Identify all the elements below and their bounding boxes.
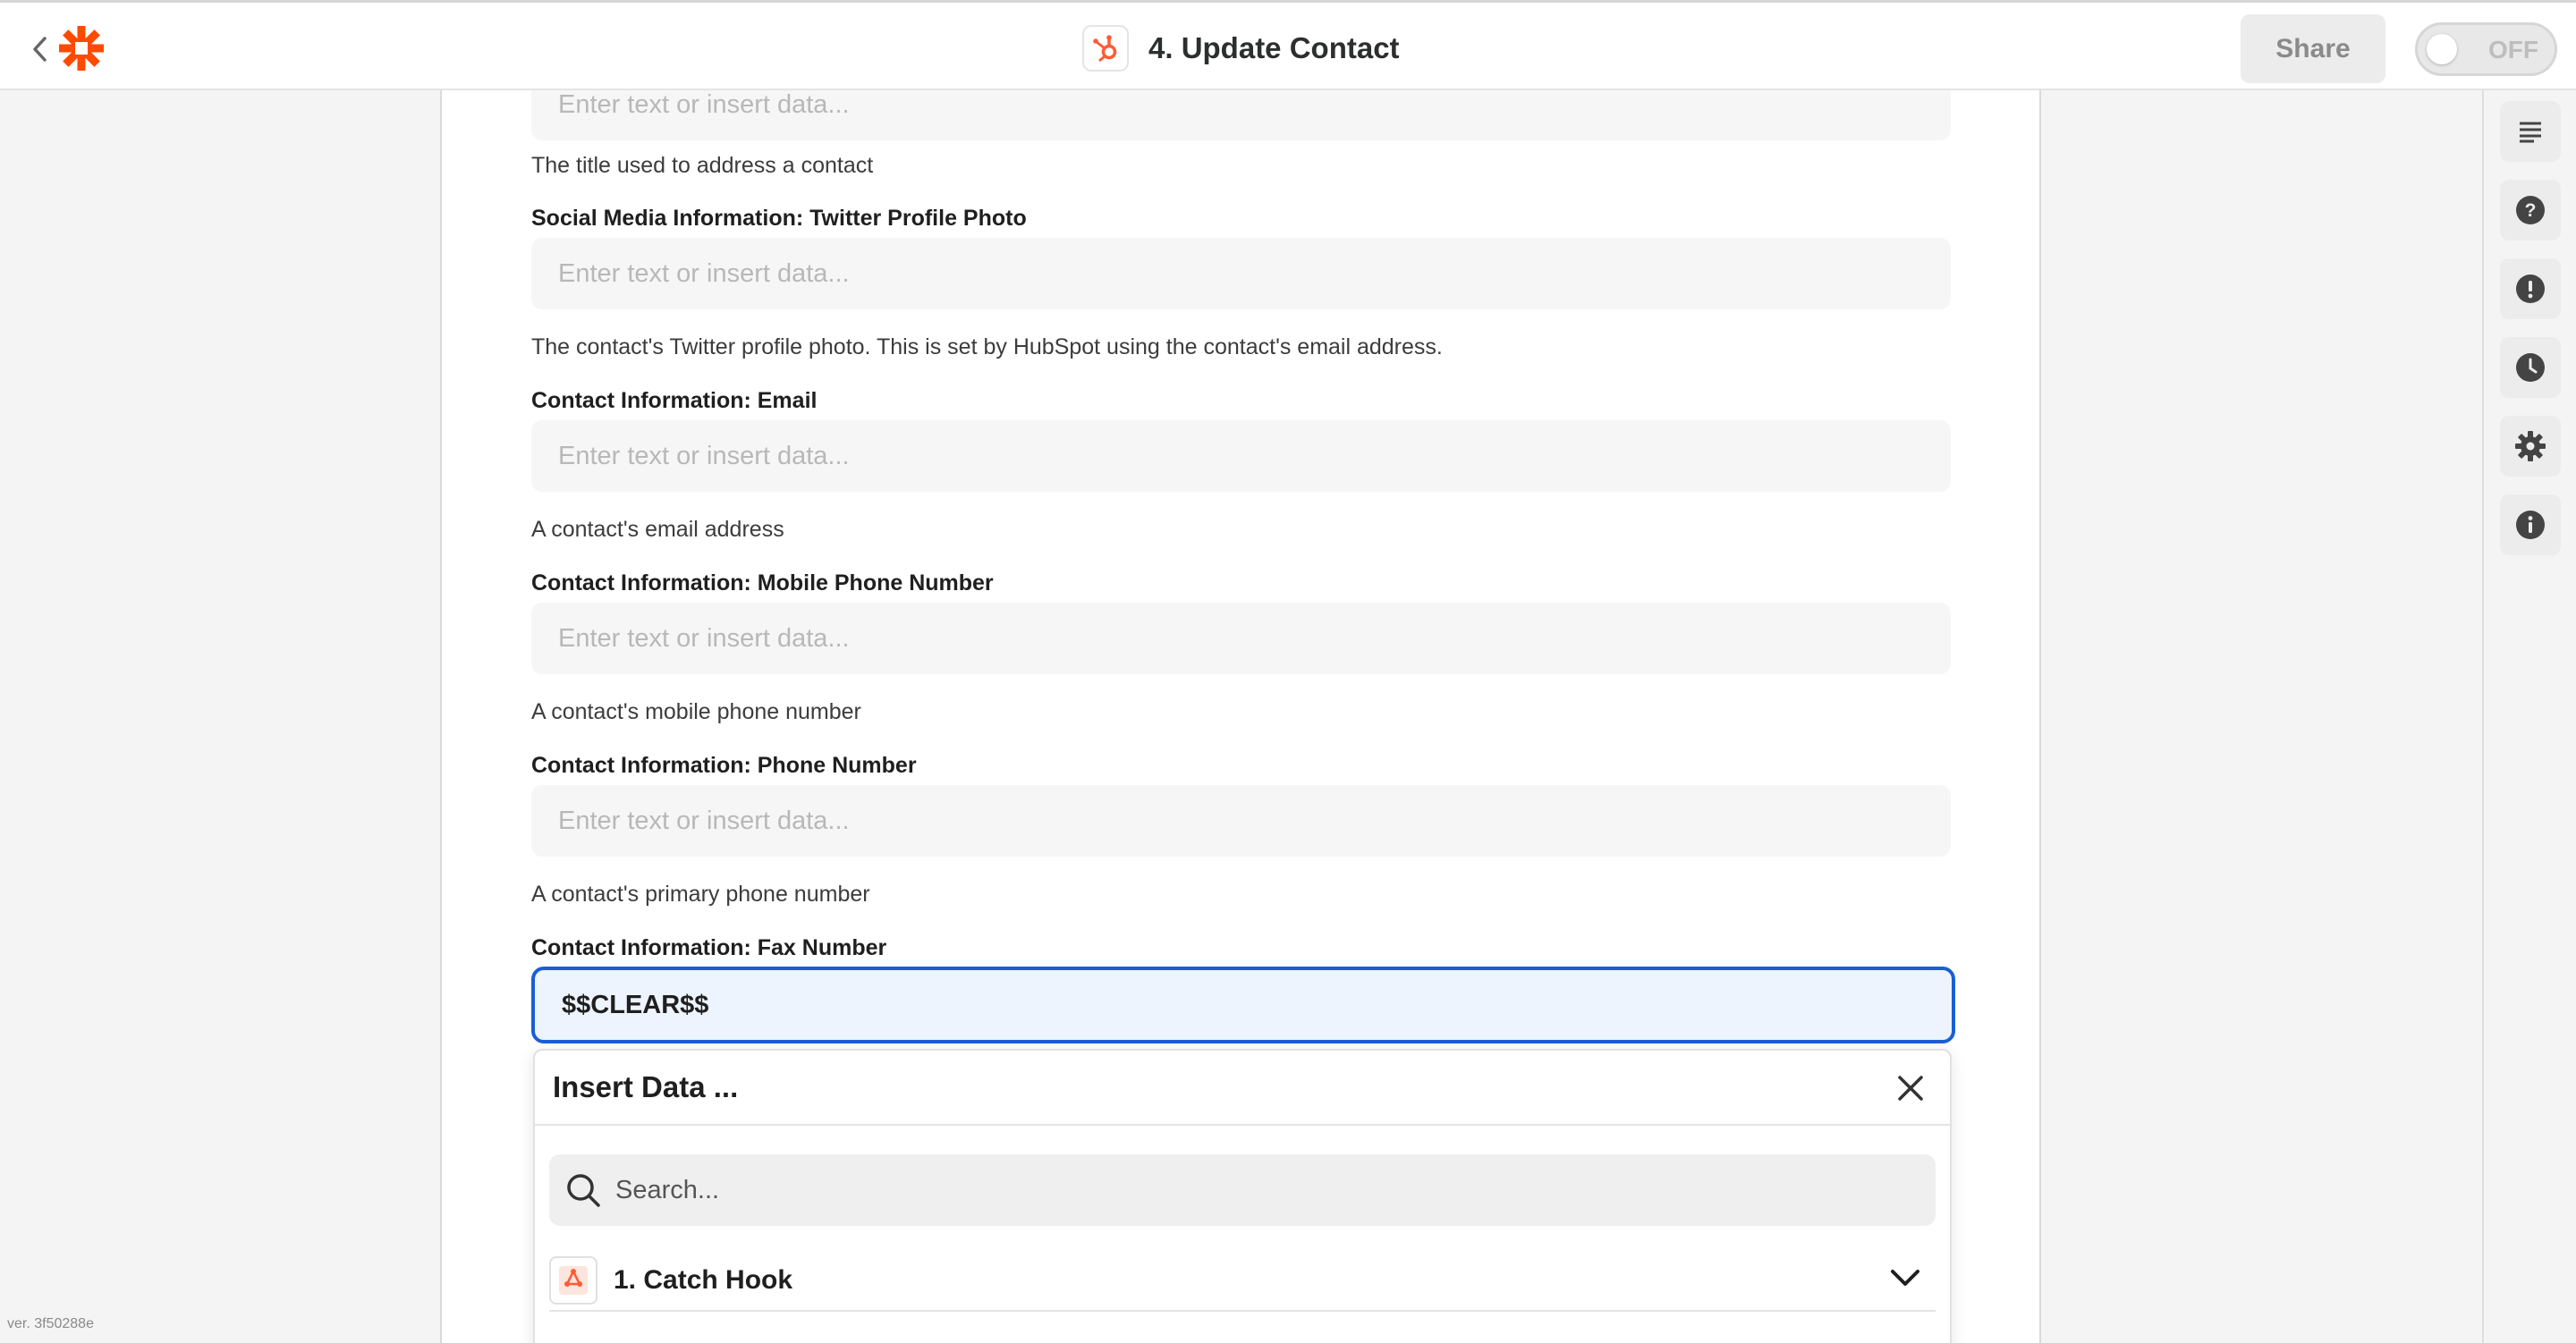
email-input[interactable]: Enter text or insert data... (531, 420, 1951, 492)
hubspot-icon (1082, 25, 1129, 72)
search-icon (567, 1174, 600, 1207)
toggle-knob (2427, 34, 2457, 64)
back-button[interactable] (23, 30, 55, 69)
field-label: Contact Information: Mobile Phone Number (531, 570, 994, 595)
history-button[interactable] (2500, 337, 2561, 398)
field-label: Contact Information: Fax Number (531, 935, 887, 960)
alert-button[interactable] (2500, 258, 2561, 319)
help-icon: ? (2516, 196, 2545, 224)
alert-icon (2516, 275, 2545, 303)
field-label: Social Media Information: Twitter Profil… (531, 206, 1027, 231)
field-help-text: A contact's mobile phone number (531, 699, 861, 724)
history-icon (2516, 353, 2545, 382)
data-source-row[interactable]: 1. Catch Hook (549, 1251, 1936, 1312)
twitter-profile-photo-input[interactable]: Enter text or insert data... (531, 238, 1951, 309)
toggle-label: OFF (2488, 36, 2538, 63)
search-placeholder: Search... (615, 1175, 720, 1204)
field-help-text: A contact's email address (531, 517, 784, 542)
zap-on-off-toggle[interactable]: OFF (2415, 22, 2557, 76)
share-button[interactable]: Share (2241, 14, 2385, 83)
field-label: Contact Information: Email (531, 388, 818, 413)
chevron-down-icon[interactable] (1889, 1267, 1921, 1288)
close-icon (1898, 1076, 1923, 1101)
input-value: $$CLEAR$$ (562, 990, 709, 1019)
settings-icon (2515, 431, 2546, 461)
phone-number-input[interactable]: Enter text or insert data... (531, 785, 1951, 857)
data-source-label: 1. Catch Hook (614, 1265, 793, 1295)
input-placeholder: Enter text or insert data... (558, 806, 850, 835)
insert-data-title: Insert Data ... (553, 1070, 739, 1103)
step-title-group: 4. Update Contact (1082, 25, 1400, 72)
mobile-phone-input[interactable]: Enter text or insert data... (531, 603, 1951, 674)
settings-button[interactable] (2500, 416, 2561, 477)
input-placeholder: Enter text or insert data... (558, 623, 850, 653)
right-sidebar: ? (2482, 90, 2576, 1343)
outline-icon (2520, 122, 2541, 143)
input-placeholder: Enter text or insert data... (558, 441, 850, 470)
insert-data-search-input[interactable]: Search... (549, 1154, 1936, 1226)
webhook-icon (549, 1256, 597, 1305)
info-button[interactable] (2500, 494, 2561, 555)
top-bar: 4. Update Contact Share OFF (0, 0, 2576, 90)
info-icon (2516, 511, 2545, 539)
chevron-left-icon (33, 37, 47, 62)
outline-button[interactable] (2500, 101, 2561, 162)
input-placeholder: Enter text or insert data... (558, 90, 850, 119)
zapier-logo-icon[interactable] (57, 24, 106, 72)
field-label: Contact Information: Phone Number (531, 753, 917, 778)
step-title[interactable]: 4. Update Contact (1148, 31, 1400, 65)
help-button[interactable]: ? (2500, 180, 2561, 241)
svg-text:?: ? (2525, 200, 2537, 221)
version-label: ver. 3f50288e (7, 1316, 94, 1331)
step-editor-panel: Enter text or insert data... The title u… (440, 90, 2041, 1343)
insert-data-popover: Insert Data ... Search... 1. Catch Hook (533, 1049, 1952, 1343)
fax-number-input[interactable]: $$CLEAR$$ (531, 967, 1955, 1043)
salutation-input[interactable]: Enter text or insert data... (531, 90, 1951, 140)
field-help-text: The contact's Twitter profile photo. Thi… (531, 334, 1443, 359)
close-button[interactable] (1891, 1068, 1930, 1108)
field-help-text: The title used to address a contact (531, 153, 874, 178)
insert-data-header: Insert Data ... (535, 1051, 1950, 1126)
field-help-text: A contact's primary phone number (531, 882, 870, 907)
input-placeholder: Enter text or insert data... (558, 258, 850, 288)
